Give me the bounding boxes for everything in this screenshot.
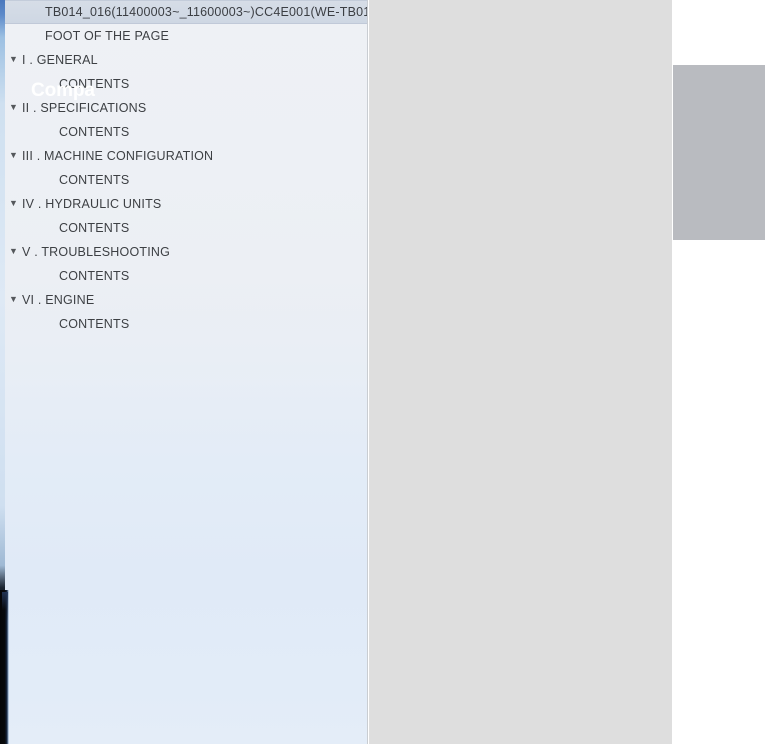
- outline-sidebar: TB014_016(11400003~_11600003~)CC4E001(WE…: [0, 0, 368, 744]
- tree-row-label: CONTENTS: [59, 221, 130, 235]
- tree-row-label: CONTENTS: [59, 125, 130, 139]
- tree-row[interactable]: ▼ V . TROUBLESHOOTING: [0, 240, 368, 264]
- tree-row-label: CONTENTS: [59, 269, 130, 283]
- overlay-panel-title: Compa: [31, 80, 95, 101]
- tree-row-label: TB014_016(11400003~_11600003~)CC4E001(WE…: [45, 5, 368, 19]
- tree-row[interactable]: CONTENTS: [0, 264, 368, 288]
- tree-row-label: IV . HYDRAULIC UNITS: [22, 197, 162, 211]
- disclosure-triangle-down-icon[interactable]: ▼: [9, 294, 22, 304]
- document-viewer-background: [369, 0, 672, 744]
- tree-row[interactable]: ▼ IV . HYDRAULIC UNITS: [0, 192, 368, 216]
- tree-row-label: CONTENTS: [59, 317, 130, 331]
- tree-row-label: III . MACHINE CONFIGURATION: [22, 149, 214, 163]
- outline-tree[interactable]: TB014_016(11400003~_11600003~)CC4E001(WE…: [0, 0, 368, 336]
- tree-row[interactable]: CONTENTS: [0, 120, 368, 144]
- tree-row[interactable]: CONTENTS: [0, 168, 368, 192]
- disclosure-triangle-down-icon[interactable]: ▼: [9, 102, 22, 112]
- disclosure-triangle-down-icon[interactable]: ▼: [9, 246, 22, 256]
- tree-row-label: VI . ENGINE: [22, 293, 95, 307]
- right-region: [672, 0, 765, 744]
- disclosure-triangle-down-icon[interactable]: ▼: [9, 198, 22, 208]
- overlay-panel[interactable]: [673, 65, 765, 240]
- scrollbar-shadow: [2, 592, 8, 622]
- disclosure-triangle-down-icon[interactable]: ▼: [9, 150, 22, 160]
- tree-row[interactable]: ▼ VI . ENGINE: [0, 288, 368, 312]
- sidebar-divider: [367, 0, 368, 744]
- tree-row[interactable]: FOOT OF THE PAGE: [0, 24, 368, 48]
- disclosure-triangle-down-icon[interactable]: ▼: [9, 54, 22, 64]
- tree-row-label: FOOT OF THE PAGE: [45, 29, 170, 43]
- tree-row[interactable]: ▼ I . GENERAL: [0, 48, 368, 72]
- tree-row-label: I . GENERAL: [22, 53, 98, 67]
- tree-row[interactable]: CONTENTS: [0, 216, 368, 240]
- tree-row[interactable]: TB014_016(11400003~_11600003~)CC4E001(WE…: [0, 0, 368, 24]
- tree-row-label: V . TROUBLESHOOTING: [22, 245, 171, 259]
- tree-row-label: CONTENTS: [59, 173, 130, 187]
- tree-row[interactable]: ▼ III . MACHINE CONFIGURATION: [0, 144, 368, 168]
- tree-row[interactable]: CONTENTS: [0, 312, 368, 336]
- app-root: TB014_016(11400003~_11600003~)CC4E001(WE…: [0, 0, 765, 744]
